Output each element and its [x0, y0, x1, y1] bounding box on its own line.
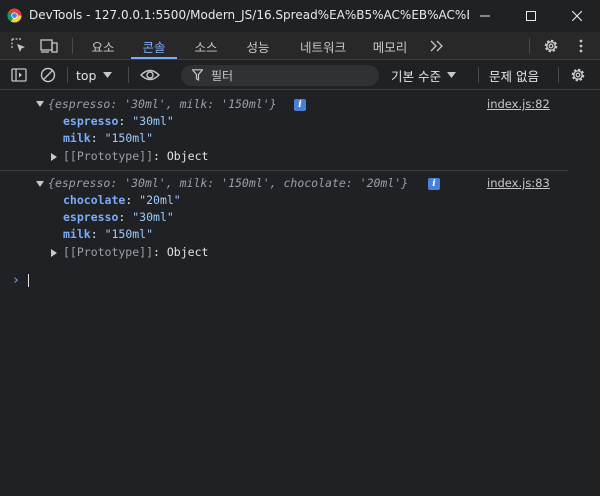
tab-sources[interactable]: 소스 [186, 32, 226, 60]
chevron-double-right-icon [430, 40, 443, 52]
info-icon[interactable]: i [428, 178, 440, 190]
console-message: {espresso: '30ml', milk: '150ml'} i inde… [0, 91, 568, 171]
issues-counter[interactable]: 문제 없음 [489, 60, 539, 90]
context-value: top [76, 67, 97, 83]
chrome-logo-icon [7, 8, 22, 23]
prototype-property[interactable]: [[Prototype]]: Object [63, 244, 208, 261]
object-preview[interactable]: {espresso: '30ml', milk: '150ml', chocol… [48, 175, 408, 192]
toolbar-divider [478, 67, 479, 83]
minimize-button[interactable] [462, 0, 508, 32]
expand-triangle-icon[interactable] [51, 153, 57, 161]
toolbar-divider [128, 67, 129, 83]
maximize-icon [526, 11, 536, 21]
gear-icon [544, 39, 558, 53]
object-property: espresso: "30ml" [63, 210, 174, 224]
console-input-cursor[interactable] [28, 274, 29, 287]
device-toolbar-button[interactable] [37, 32, 61, 60]
console-output: {espresso: '30ml', milk: '150ml'} i inde… [0, 91, 600, 496]
console-toolbar: top 필터 기본 수준 문제 없음 [0, 60, 600, 90]
panel-tab-bar: 요소 콘솔 소스 성능 네트워크 메모리 [0, 32, 600, 60]
collapse-triangle-icon[interactable] [36, 101, 44, 107]
more-tabs-button[interactable] [426, 32, 448, 60]
tab-performance[interactable]: 성능 [238, 32, 278, 60]
toolbar-divider [72, 38, 73, 54]
console-message: {espresso: '30ml', milk: '150ml', chocol… [0, 172, 568, 268]
chevron-down-icon [103, 72, 113, 78]
chevron-down-icon [446, 72, 456, 78]
info-icon[interactable]: i [294, 99, 306, 111]
close-button[interactable] [554, 0, 600, 32]
close-icon [572, 11, 582, 21]
tab-elements[interactable]: 요소 [83, 32, 123, 60]
clear-console-button[interactable] [38, 60, 58, 90]
toolbar-divider [558, 67, 559, 83]
collapse-triangle-icon[interactable] [36, 181, 44, 187]
console-prompt-icon: › [12, 273, 20, 288]
tab-console[interactable]: 콘솔 [131, 32, 177, 60]
filter-placeholder: 필터 [211, 69, 234, 83]
tab-network[interactable]: 네트워크 [290, 32, 356, 60]
toolbar-divider [67, 67, 68, 83]
gear-icon [571, 68, 585, 82]
object-property: milk: "150ml" [63, 227, 154, 241]
toolbar-divider [529, 38, 530, 54]
log-level-select[interactable]: 기본 수준 [391, 60, 456, 90]
object-preview[interactable]: {espresso: '30ml', milk: '150ml'} [48, 96, 277, 113]
object-property: espresso: "30ml" [63, 114, 174, 128]
sidebar-toggle-icon [11, 68, 27, 82]
inspect-element-button[interactable] [8, 32, 30, 60]
prototype-property[interactable]: [[Prototype]]: Object [63, 148, 208, 165]
inspect-cursor-icon [11, 38, 25, 52]
filter-input[interactable]: 필터 [181, 65, 379, 86]
object-property: chocolate: "20ml" [63, 193, 181, 207]
kebab-menu-icon [579, 39, 583, 53]
active-tab-indicator [131, 57, 177, 59]
filter-icon [192, 69, 203, 81]
minimize-icon [480, 15, 490, 17]
tab-memory[interactable]: 메모리 [368, 32, 412, 60]
javascript-context-select[interactable]: top [76, 60, 113, 90]
source-link[interactable]: index.js:82 [487, 96, 563, 113]
eye-icon [140, 69, 160, 81]
window-title: DevTools - 127.0.0.1:5500/Modern_JS/16.S… [29, 8, 469, 22]
more-options-button[interactable] [571, 32, 591, 60]
expand-triangle-icon[interactable] [51, 249, 57, 257]
maximize-button[interactable] [508, 0, 554, 32]
clear-console-icon [40, 67, 56, 83]
title-bar: DevTools - 127.0.0.1:5500/Modern_JS/16.S… [0, 0, 600, 32]
source-link[interactable]: index.js:83 [487, 175, 563, 192]
live-expression-button[interactable] [138, 60, 162, 90]
device-mode-icon [40, 39, 58, 53]
settings-button[interactable] [540, 32, 562, 60]
object-property: milk: "150ml" [63, 131, 154, 145]
log-level-value: 기본 수준 [391, 68, 441, 84]
show-sidebar-button[interactable] [9, 60, 29, 90]
console-settings-button[interactable] [567, 60, 589, 90]
